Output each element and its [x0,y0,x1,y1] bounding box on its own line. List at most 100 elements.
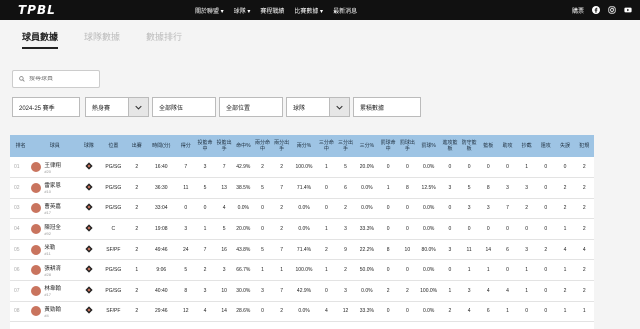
player-cell[interactable]: 王律翔 #20 [31,157,79,179]
column-header[interactable]: 排名 [10,135,32,157]
column-header[interactable]: 命中% [233,135,253,157]
youtube-icon[interactable] [624,6,632,14]
stat-cell: 20.0% [233,218,253,240]
player-name[interactable]: 王律翔 [44,161,61,169]
stat-cell: 3 [517,177,537,199]
scope-select[interactable]: 球隊 [286,97,350,117]
stat-cell: 0 [478,218,498,240]
position-cell: SF/PF [99,239,128,261]
nav-teams[interactable]: 球隊 ▾ [234,6,251,15]
stat-cell: 0 [497,157,518,179]
player-name[interactable]: 曹英嘉 [44,202,61,210]
avatar [31,285,42,296]
table-row[interactable]: 02 雷家恩 #10 PG/SG 2 36:30 11 5 13 38.5% 5 7 71.4% 0 6 0.… [10,177,594,199]
column-header[interactable]: 兩分% [291,135,317,157]
stat-cell: 0.0% [416,259,441,282]
player-name[interactable]: 張耕淯 [44,264,61,272]
avatar [31,162,42,173]
player-name[interactable]: 米勒 [44,243,55,251]
column-header[interactable]: 阻攻 [536,135,556,157]
column-header[interactable]: 位置 [99,135,128,157]
tab-team-stats[interactable]: 球隊數據 [84,30,120,49]
stat-cell: 33.3% [355,301,379,323]
column-header[interactable]: 助攻 [497,135,518,157]
player-cell[interactable]: 陳冠全 #92 [31,218,79,240]
table-row[interactable]: 06 張耕淯 #28 PG/SG 1 9:06 5 2 3 66.7% 1 1 100.0% 1 2 50.0… [10,259,594,282]
column-header[interactable]: 犯規 [574,135,594,157]
player-name[interactable]: 陳冠全 [44,223,61,231]
team-cell[interactable] [78,301,100,323]
player-name[interactable]: 黃勁翰 [44,305,61,313]
team-cell[interactable] [78,157,100,179]
column-header[interactable]: 罰球命中 [378,135,398,157]
stat-cell: 2 [127,218,147,240]
column-header[interactable]: 三分命中 [316,135,336,157]
column-header[interactable]: 失誤 [555,135,575,157]
column-header[interactable]: 出賽 [127,135,147,157]
column-header[interactable]: 球員 [31,135,79,157]
mode-select[interactable]: 累積數據 [353,97,421,117]
column-header[interactable]: 三分出手 [335,135,356,157]
nav-news[interactable]: 最新消息 [333,6,357,15]
player-cell[interactable]: 黃勁翰 #4 [31,301,79,323]
team-cell[interactable] [78,259,100,282]
table-row[interactable]: 03 曹英嘉 #17 PG/SG 2 33:04 0 0 4 0.0% 0 2 0.0% 0 2 0.0% 0 0… [10,198,594,220]
stat-cell: 42.9% [233,157,253,179]
team-cell[interactable] [78,280,100,302]
game-type-select[interactable]: 熱身賽 [85,97,149,117]
column-header[interactable]: 投籃命中 [195,135,215,157]
stat-cell: 1 [517,280,537,302]
column-header[interactable]: 兩分出手 [272,135,292,157]
search-input[interactable] [29,76,89,82]
nav-schedule[interactable]: 賽程戰績 [260,6,284,15]
stat-cell: 0 [397,218,417,240]
table-row[interactable]: 07 林韋翰 #17 PG/SG 2 40:40 8 3 10 30.0% 3 7 42.9% 0 3 0.0… [10,280,594,302]
stat-cell: 2 [574,218,594,240]
rank-cell: 07 [10,280,32,302]
stat-cell: 0.0% [416,301,441,323]
table-row[interactable]: 04 陳冠全 #92 C 2 19:08 3 1 5 20.0% 0 2 0.0% 1 3 33.3% 0 0 0.… [10,218,594,240]
team-cell[interactable] [78,239,100,261]
column-header[interactable]: 抄截 [517,135,537,157]
column-header[interactable]: 時間(分) [146,135,177,157]
table-row[interactable]: 08 黃勁翰 #4 SF/PF 2 29:46 12 4 14 28.6% 0 2 0.0% 4 12 33.… [10,301,594,323]
team-cell[interactable] [78,198,100,220]
stat-cell: 0 [478,157,498,179]
player-cell[interactable]: 米勒 #11 [31,239,79,261]
tab-stat-leaders[interactable]: 數據排行 [146,30,182,49]
column-header[interactable]: 三分% [355,135,379,157]
player-name[interactable]: 林韋翰 [44,284,61,292]
player-cell[interactable]: 林韋翰 #17 [31,280,79,302]
stat-cell: 0 [195,198,215,220]
column-header[interactable]: 投籃出手 [214,135,234,157]
column-header[interactable]: 得分 [176,135,196,157]
position-select[interactable]: 全部位置 [219,97,283,117]
nav-about[interactable]: 關於聯盟 ▾ [195,6,224,15]
table-row[interactable]: 05 米勒 #11 SF/PF 2 49:46 24 7 16 43.8% 5 7 71.4% 2 9 22.… [10,239,594,261]
player-cell[interactable]: 雷家恩 #10 [31,177,79,199]
tab-player-stats[interactable]: 球員數據 [22,30,59,49]
column-header[interactable]: 罰球% [416,135,441,157]
stat-cell: 1 [574,301,594,323]
player-cell[interactable]: 曹英嘉 #17 [31,198,79,220]
season-select[interactable]: 2024-25 賽季 [12,97,80,117]
team-cell[interactable] [78,177,100,199]
team-cell[interactable] [78,218,100,240]
table-row[interactable]: 01 王律翔 #20 PG/SG 2 16:40 7 3 7 42.9% 2 2 100.0% 1 5 20.… [10,157,594,179]
player-cell[interactable]: 張耕淯 #28 [31,259,79,282]
column-header[interactable]: 進攻籃板 [440,135,460,157]
column-header[interactable]: 兩分命中 [252,135,273,157]
instagram-icon[interactable] [608,6,616,14]
facebook-icon[interactable] [592,6,600,14]
team-select[interactable]: 全部隊伍 [152,97,216,117]
league-logo[interactable]: TPBL [18,3,56,17]
jersey-number: #28 [44,271,51,277]
player-name[interactable]: 雷家恩 [44,181,61,189]
ticket-link[interactable]: 購票 [572,6,584,15]
stat-cell: 0 [378,157,398,179]
column-header[interactable]: 球隊 [78,135,100,157]
column-header[interactable]: 防守籃板 [459,135,479,157]
column-header[interactable]: 罰球出手 [397,135,417,157]
nav-stats[interactable]: 比賽數據 ▾ [294,6,323,15]
column-header[interactable]: 籃板 [478,135,498,157]
